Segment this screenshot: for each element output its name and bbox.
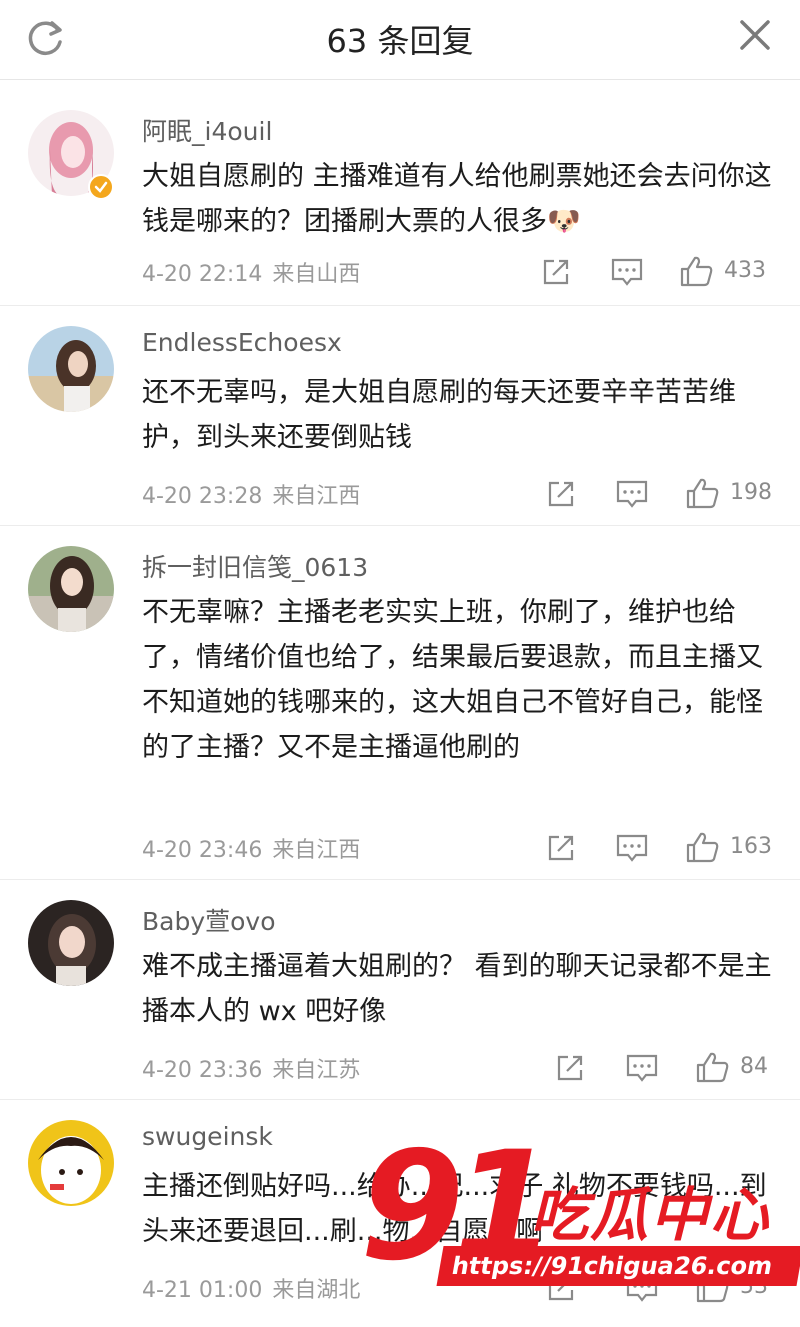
like-icon[interactable] (696, 1051, 730, 1083)
comment-item: 阿眠_i4ouil 大姐自愿刷的 主播难道有人给他刷票她还会去问你这钱是哪来的？… (0, 90, 800, 306)
reply-icon[interactable] (616, 833, 648, 863)
like-count: 84 (740, 1054, 768, 1079)
comment-time: 4-20 23:46 (142, 838, 263, 863)
comment-author[interactable]: swugeinsk (142, 1122, 273, 1151)
comment-location: 来自湖北 (272, 1278, 361, 1303)
close-icon[interactable] (736, 16, 774, 54)
comment-time: 4-20 22:14 (142, 262, 263, 287)
like-icon[interactable] (696, 1271, 730, 1303)
avatar[interactable] (28, 1120, 114, 1206)
like-count: 198 (730, 480, 772, 505)
reply-icon[interactable] (626, 1273, 658, 1303)
top-bar: 63 条回复 (0, 0, 800, 80)
avatar[interactable] (28, 326, 114, 412)
share-icon[interactable] (555, 1053, 585, 1083)
comment-location: 来自江西 (272, 484, 361, 509)
share-icon[interactable] (546, 1273, 576, 1303)
comment-item: EndlessEchoesx 还不无辜吗，是大姐自愿刷的每天还要辛辛苦苦维护，到… (0, 306, 800, 526)
comment-item: Baby萱ovo 难不成主播逼着大姐刷的？ 看到的聊天记录都不是主播本人的 wx… (0, 880, 800, 1100)
avatar[interactable] (28, 900, 114, 986)
comment-meta: 4-20 23:36 来自江苏 (142, 1052, 360, 1084)
comment-meta: 4-20 22:14 来自山西 (142, 256, 360, 288)
like-count: 163 (730, 834, 772, 859)
comment-item: 拆一封旧信笺_0613 不无辜嘛？主播老老实实上班，你刷了，维护也给了，情绪价值… (0, 526, 800, 880)
comment-author[interactable]: EndlessEchoesx (142, 328, 342, 357)
like-icon[interactable] (686, 831, 720, 863)
reply-icon[interactable] (616, 479, 648, 509)
comment-meta: 4-21 01:00 来自湖北 (142, 1272, 360, 1304)
share-icon[interactable] (541, 257, 571, 287)
comment-time: 4-20 23:28 (142, 484, 263, 509)
like-icon[interactable] (686, 477, 720, 509)
comment-meta: 4-20 23:46 来自江西 (142, 832, 360, 864)
like-count: 433 (724, 258, 766, 283)
share-icon[interactable] (546, 833, 576, 863)
comment-item: swugeinsk 主播还倒贴好吗...给办...纪...求子 礼物不要钱吗..… (0, 1100, 800, 1327)
comment-text: 不无辜嘛？主播老老实实上班，你刷了，维护也给了，情绪价值也给了，结果最后要退款，… (142, 597, 763, 763)
comment-time: 4-20 23:36 (142, 1058, 263, 1083)
reply-icon[interactable] (626, 1053, 658, 1083)
comment-time: 4-21 01:00 (142, 1278, 263, 1303)
comment-author[interactable]: Baby萱ovo (142, 902, 276, 938)
like-count: 53 (740, 1274, 768, 1299)
comment-location: 来自江苏 (272, 1058, 361, 1083)
share-icon[interactable] (546, 479, 576, 509)
avatar[interactable] (28, 546, 114, 632)
comment-text: 难不成主播逼着大姐刷的？ 看到的聊天记录都不是主播本人的 wx 吧好像 (142, 951, 772, 1027)
comment-location: 来自江西 (272, 838, 361, 863)
page-title: 63 条回复 (326, 22, 474, 60)
comment-meta: 4-20 23:28 来自江西 (142, 478, 360, 510)
like-icon[interactable] (680, 255, 714, 287)
comment-author[interactable]: 阿眠_i4ouil (142, 112, 272, 148)
comment-author[interactable]: 拆一封旧信笺_0613 (142, 548, 368, 584)
comment-text: 大姐自愿刷的 主播难道有人给他刷票她还会去问你这钱是哪来的？团播刷大票的人很多🐶 (142, 161, 772, 237)
verified-badge-icon (88, 174, 114, 200)
reply-icon[interactable] (611, 257, 643, 287)
comment-text: 还不无辜吗，是大姐自愿刷的每天还要辛辛苦苦维护，到头来还要倒贴钱 (142, 377, 736, 453)
comment-text: 主播还倒贴好吗...给办...纪...求子 礼物不要钱吗...到头来还要退回..… (142, 1171, 767, 1247)
comment-location: 来自山西 (272, 262, 361, 287)
